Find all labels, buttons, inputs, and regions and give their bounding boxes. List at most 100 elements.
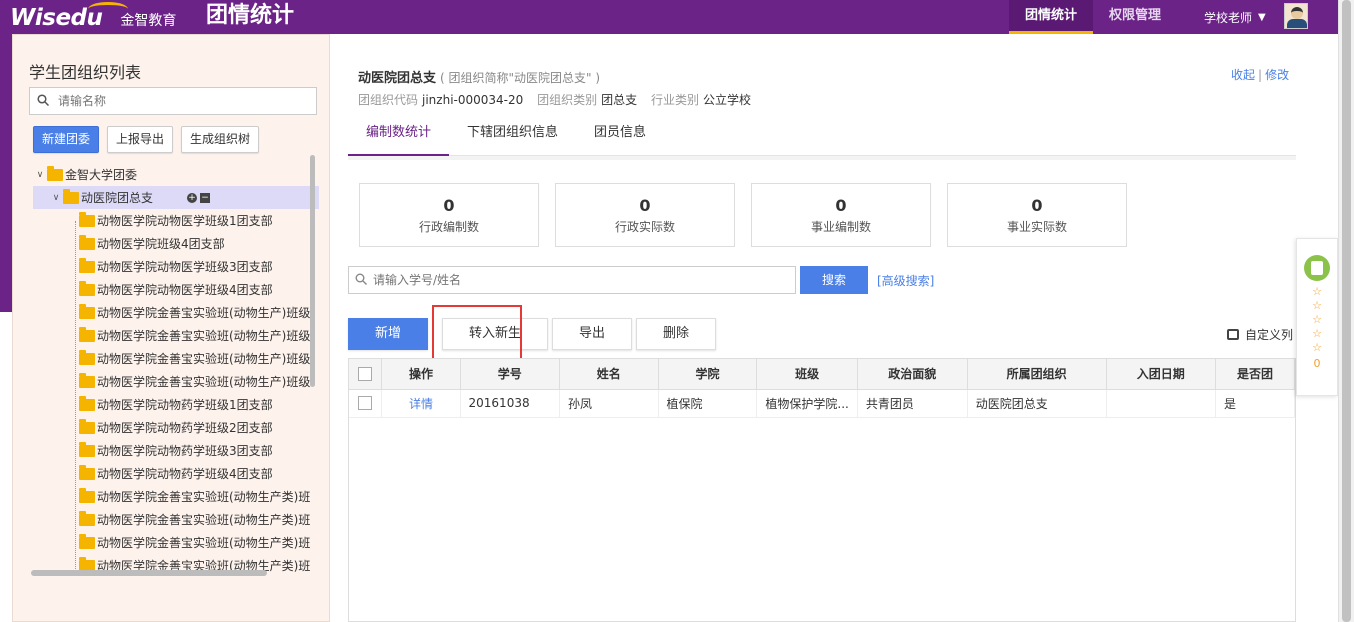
- tab-staffing-stats[interactable]: 编制数统计: [348, 116, 450, 156]
- scrollbar-thumb[interactable]: [1342, 0, 1351, 622]
- nav-tab-permissions[interactable]: 权限管理: [1093, 0, 1177, 34]
- folder-icon: [79, 487, 95, 503]
- sidebar-search-input[interactable]: [58, 92, 308, 110]
- stat-label: 事业实际数: [1006, 220, 1067, 234]
- rating-widget[interactable]: ☆ ☆ ☆ ☆ ☆ 0: [1296, 238, 1338, 396]
- feedback-icon[interactable]: [1304, 255, 1330, 281]
- add-node-icon[interactable]: +: [187, 192, 198, 203]
- main-panel: 动医院团总支( 团组织简称"动医院团总支" ) 团组织代码 jinzhi-0000…: [330, 34, 1338, 622]
- generate-tree-button[interactable]: 生成组织树: [181, 126, 260, 153]
- tree-item-label: 动物医学院动物药学班级4团支部: [97, 467, 273, 481]
- stat-label: 事业编制数: [810, 220, 871, 234]
- select-all-checkbox[interactable]: [358, 367, 373, 381]
- folder-icon: [79, 211, 95, 227]
- star-icon[interactable]: ☆: [1297, 327, 1337, 341]
- tree-item-label: 动物医学院动物医学班级4团支部: [97, 283, 273, 297]
- tabs-divider: [348, 156, 1296, 160]
- column-header[interactable]: 学院: [658, 359, 758, 390]
- column-header[interactable]: 班级: [756, 359, 858, 390]
- column-header[interactable]: 是否团: [1215, 359, 1295, 390]
- user-menu[interactable]: 学校老师 ▼: [1196, 0, 1336, 34]
- stat-card: 0 行政编制数: [359, 183, 539, 247]
- member-search: [348, 266, 796, 294]
- column-header[interactable]: 姓名: [559, 359, 659, 390]
- folder-icon: [79, 234, 95, 250]
- folder-icon: [79, 280, 95, 296]
- chevron-down-icon[interactable]: ∨: [49, 193, 63, 203]
- export-button[interactable]: 导出: [552, 318, 633, 350]
- folder-icon: [79, 326, 95, 342]
- tree-item-label: 动物医学院金善宝实验班(动物生产类)班: [97, 513, 311, 527]
- tab-members[interactable]: 团员信息: [576, 116, 664, 156]
- tree-item-label: 动物医学院金善宝实验班(动物生产)班级: [97, 306, 311, 320]
- search-button[interactable]: 搜索: [800, 266, 868, 294]
- tree-node-selected[interactable]: ∨ 动医院团总支 + −: [33, 186, 319, 209]
- member-search-input[interactable]: [373, 271, 783, 289]
- table-cell: 20161038: [460, 389, 560, 418]
- column-header[interactable]: 政治面貌: [857, 359, 968, 390]
- advanced-search-link[interactable]: [高级搜索]: [877, 272, 934, 289]
- delete-button[interactable]: 删除: [636, 318, 717, 350]
- columns-gear-icon: [1227, 329, 1239, 340]
- tree-item-label: 动物医学院金善宝实验班(动物生产)班级: [97, 352, 311, 366]
- collapse-link[interactable]: 收起: [1231, 68, 1255, 82]
- stat-value: 0: [1031, 196, 1043, 215]
- star-icon[interactable]: ☆: [1297, 285, 1337, 299]
- tree-vertical-scrollbar[interactable]: [310, 155, 315, 387]
- nav-tab-stats[interactable]: 团情统计: [1009, 0, 1094, 34]
- tree-item-label: 动物医学院动物药学班级2团支部: [97, 421, 273, 435]
- row-checkbox[interactable]: [358, 396, 373, 411]
- tree-item-label: 动物医学院动物药学班级3团支部: [97, 444, 273, 458]
- org-name: 动医院团总支: [358, 71, 437, 86]
- star-icon[interactable]: ☆: [1297, 299, 1337, 313]
- tree-root[interactable]: ∨ 金智大学团委: [33, 163, 319, 186]
- custom-columns-button[interactable]: 自定义列: [1227, 326, 1293, 343]
- tree-item-label: 动物医学院动物医学班级3团支部: [97, 260, 273, 274]
- tree-node-label: 动医院团总支: [81, 191, 154, 205]
- table-cell: 共青团员: [857, 389, 968, 418]
- edit-link[interactable]: 修改: [1265, 68, 1289, 82]
- tree-item-label: 动物医学院金善宝实验班(动物生产类)班: [97, 536, 311, 550]
- action-buttons: 新增 转入新生 导出 删除: [348, 318, 720, 350]
- stat-label: 行政编制数: [418, 220, 479, 234]
- folder-icon: [47, 165, 63, 181]
- report-export-button[interactable]: 上报导出: [107, 126, 174, 153]
- logo-swoosh: [88, 2, 128, 16]
- avatar[interactable]: [1284, 3, 1308, 29]
- page-scrollbar[interactable]: [1338, 0, 1354, 622]
- table-cell: 孙凤: [559, 389, 659, 418]
- folder-icon: [79, 303, 95, 319]
- column-header[interactable]: 入团日期: [1106, 359, 1216, 390]
- row-select-cell: [349, 389, 383, 418]
- column-header[interactable]: 操作: [381, 359, 461, 390]
- star-icon[interactable]: ☆: [1297, 341, 1337, 355]
- remove-node-icon[interactable]: −: [200, 192, 211, 203]
- tab-sub-orgs[interactable]: 下辖团组织信息: [449, 116, 576, 156]
- folder-icon: [63, 188, 79, 204]
- stat-card: 0 事业实际数: [947, 183, 1127, 247]
- search-icon: [37, 94, 49, 106]
- tree-item-label: 动物医学院金善宝实验班(动物生产)班级: [97, 375, 311, 389]
- column-header[interactable]: 所属团组织: [967, 359, 1107, 390]
- stat-value: 0: [443, 196, 455, 215]
- stat-label: 行政实际数: [614, 220, 675, 234]
- table-cell: 是: [1215, 389, 1295, 418]
- add-button[interactable]: 新增: [348, 318, 429, 350]
- table-cell: 动医院团总支: [967, 389, 1107, 418]
- chevron-down-icon[interactable]: ∨: [33, 170, 47, 180]
- star-icon[interactable]: ☆: [1297, 313, 1337, 327]
- folder-icon: [79, 372, 95, 388]
- table-header-row: 操作 学号 姓名 学院 班级 政治面貌 所属团组织 入团日期 是否团: [349, 359, 1295, 390]
- logo: Wisedu 金智教育: [10, 2, 176, 34]
- custom-columns-label: 自定义列: [1245, 328, 1294, 342]
- stats-cards: 0 行政编制数 0 行政实际数 0 事业编制数 0 事业实际数: [359, 183, 1127, 247]
- detail-link[interactable]: 详情: [409, 397, 433, 411]
- transfer-new-student-button[interactable]: 转入新生: [442, 318, 549, 350]
- org-industry: 公立学校: [702, 93, 751, 107]
- content-tabs: 编制数统计 下辖团组织信息 团员信息: [348, 116, 1296, 156]
- tree-horizontal-scrollbar[interactable]: [31, 570, 267, 576]
- column-header[interactable]: 学号: [460, 359, 560, 390]
- new-league-button[interactable]: 新建团委: [33, 126, 100, 153]
- sidebar-title: 学生团组织列表: [29, 63, 142, 82]
- org-short-name: ( 团组织简称"动医院团总支" ): [440, 71, 601, 85]
